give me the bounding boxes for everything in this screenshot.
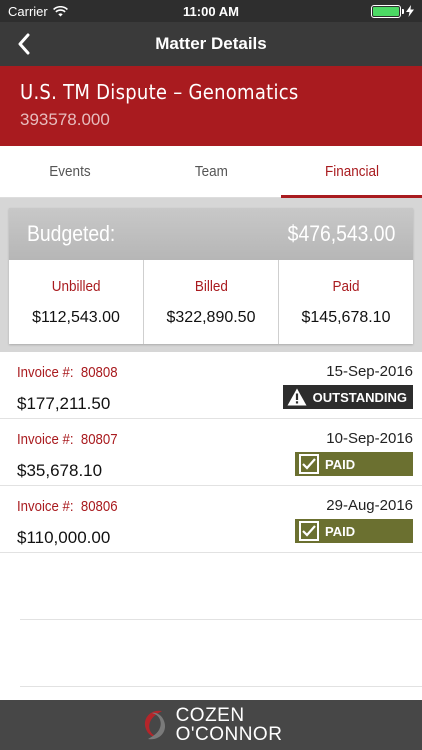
logo-line-2: O'CONNOR	[175, 724, 283, 745]
carrier-label: Carrier	[8, 3, 48, 19]
budget-label: Budgeted:	[27, 221, 116, 246]
invoice-number: 80807	[80, 431, 118, 448]
wifi-icon	[52, 5, 68, 16]
footer: COZEN O'CONNOR	[0, 700, 422, 750]
status-text: OUTSTANDING	[312, 389, 407, 405]
status-text: PAID	[325, 456, 356, 472]
cozen-oconnor-logo-mark	[144, 710, 165, 740]
logo-line-1: COZEN	[175, 705, 245, 726]
budget-col-paid: Paid $145,678.10	[279, 260, 413, 344]
invoice-label-text: Invoice #:	[17, 431, 74, 448]
budget-col-unbilled: Unbilled $112,543.00	[9, 260, 144, 344]
status-left: Carrier	[8, 4, 68, 19]
invoice-label-text: Invoice #:	[17, 364, 74, 381]
budget-value: $476,543.00	[287, 221, 395, 246]
paid-label: Paid	[332, 277, 360, 295]
tab-financial-label: Financial	[324, 163, 379, 180]
logo-wordmark: COZEN O'CONNOR	[176, 706, 283, 744]
back-button[interactable]	[8, 28, 40, 60]
matter-title: U.S. TM Dispute – Genomatics	[20, 80, 299, 104]
budget-columns: Unbilled $112,543.00 Billed $322,890.50 …	[9, 260, 413, 344]
navigation-bar: Matter Details	[0, 22, 422, 66]
invoice-label: Invoice #: 80808	[17, 364, 118, 381]
matter-header: U.S. TM Dispute – Genomatics 393578.000	[0, 66, 422, 146]
checkbox-checked-icon	[299, 454, 319, 474]
tab-events-label: Events	[49, 163, 91, 180]
invoice-number: 80808	[80, 364, 118, 381]
status-badge-paid: PAID	[295, 519, 413, 543]
warning-icon	[287, 388, 307, 406]
tab-events[interactable]: Events	[0, 146, 141, 197]
budget-card: Budgeted: $476,543.00 Unbilled $112,543.…	[9, 208, 413, 344]
invoice-amount: $177,211.50	[17, 394, 111, 413]
invoice-date: 10-Sep-2016	[326, 430, 413, 447]
status-bar: Carrier 11:00 AM	[0, 0, 422, 22]
invoice-amount: $35,678.10	[17, 461, 103, 480]
unbilled-value: $112,543.00	[32, 308, 120, 326]
invoice-row[interactable]: Invoice #: 80808 $177,211.50 15-Sep-2016…	[0, 352, 422, 419]
matter-number: 393578.000	[20, 110, 110, 129]
invoice-list: Invoice #: 80808 $177,211.50 15-Sep-2016…	[0, 352, 422, 553]
status-badge-outstanding: OUTSTANDING	[282, 385, 413, 409]
charging-icon	[406, 5, 414, 17]
battery-fill	[373, 6, 399, 16]
invoice-label: Invoice #: 80806	[17, 498, 118, 515]
chevron-left-icon	[18, 33, 30, 55]
tab-team[interactable]: Team	[141, 146, 282, 197]
paid-value: $145,678.10	[301, 308, 391, 326]
list-separator	[20, 619, 422, 620]
invoice-row[interactable]: Invoice #: 80806 $110,000.00 29-Aug-2016…	[0, 486, 422, 553]
battery-icon	[371, 4, 404, 18]
invoice-label-text: Invoice #:	[17, 498, 74, 515]
tab-bar: Events Team Financial	[0, 146, 422, 198]
tab-financial[interactable]: Financial	[281, 146, 422, 198]
invoice-number: 80806	[80, 498, 118, 515]
invoice-row[interactable]: Invoice #: 80807 $35,678.10 10-Sep-2016 …	[0, 419, 422, 486]
invoice-date: 29-Aug-2016	[326, 497, 413, 514]
checkbox-checked-icon	[299, 521, 319, 541]
status-badge-paid: PAID	[295, 452, 413, 476]
unbilled-label: Unbilled	[51, 277, 101, 295]
list-separator	[20, 686, 422, 687]
tab-team-label: Team	[194, 163, 228, 180]
billed-label: Billed	[194, 277, 228, 295]
budget-section: Budgeted: $476,543.00 Unbilled $112,543.…	[0, 198, 422, 352]
billed-value: $322,890.50	[166, 308, 256, 326]
status-text: PAID	[325, 523, 356, 539]
invoice-label: Invoice #: 80807	[17, 431, 118, 448]
budget-header: Budgeted: $476,543.00	[9, 208, 413, 260]
invoice-amount: $110,000.00	[17, 528, 111, 547]
budget-col-billed: Billed $322,890.50	[144, 260, 279, 344]
page-title: Matter Details	[155, 34, 267, 53]
status-right	[371, 4, 414, 18]
invoice-date: 15-Sep-2016	[326, 363, 413, 380]
